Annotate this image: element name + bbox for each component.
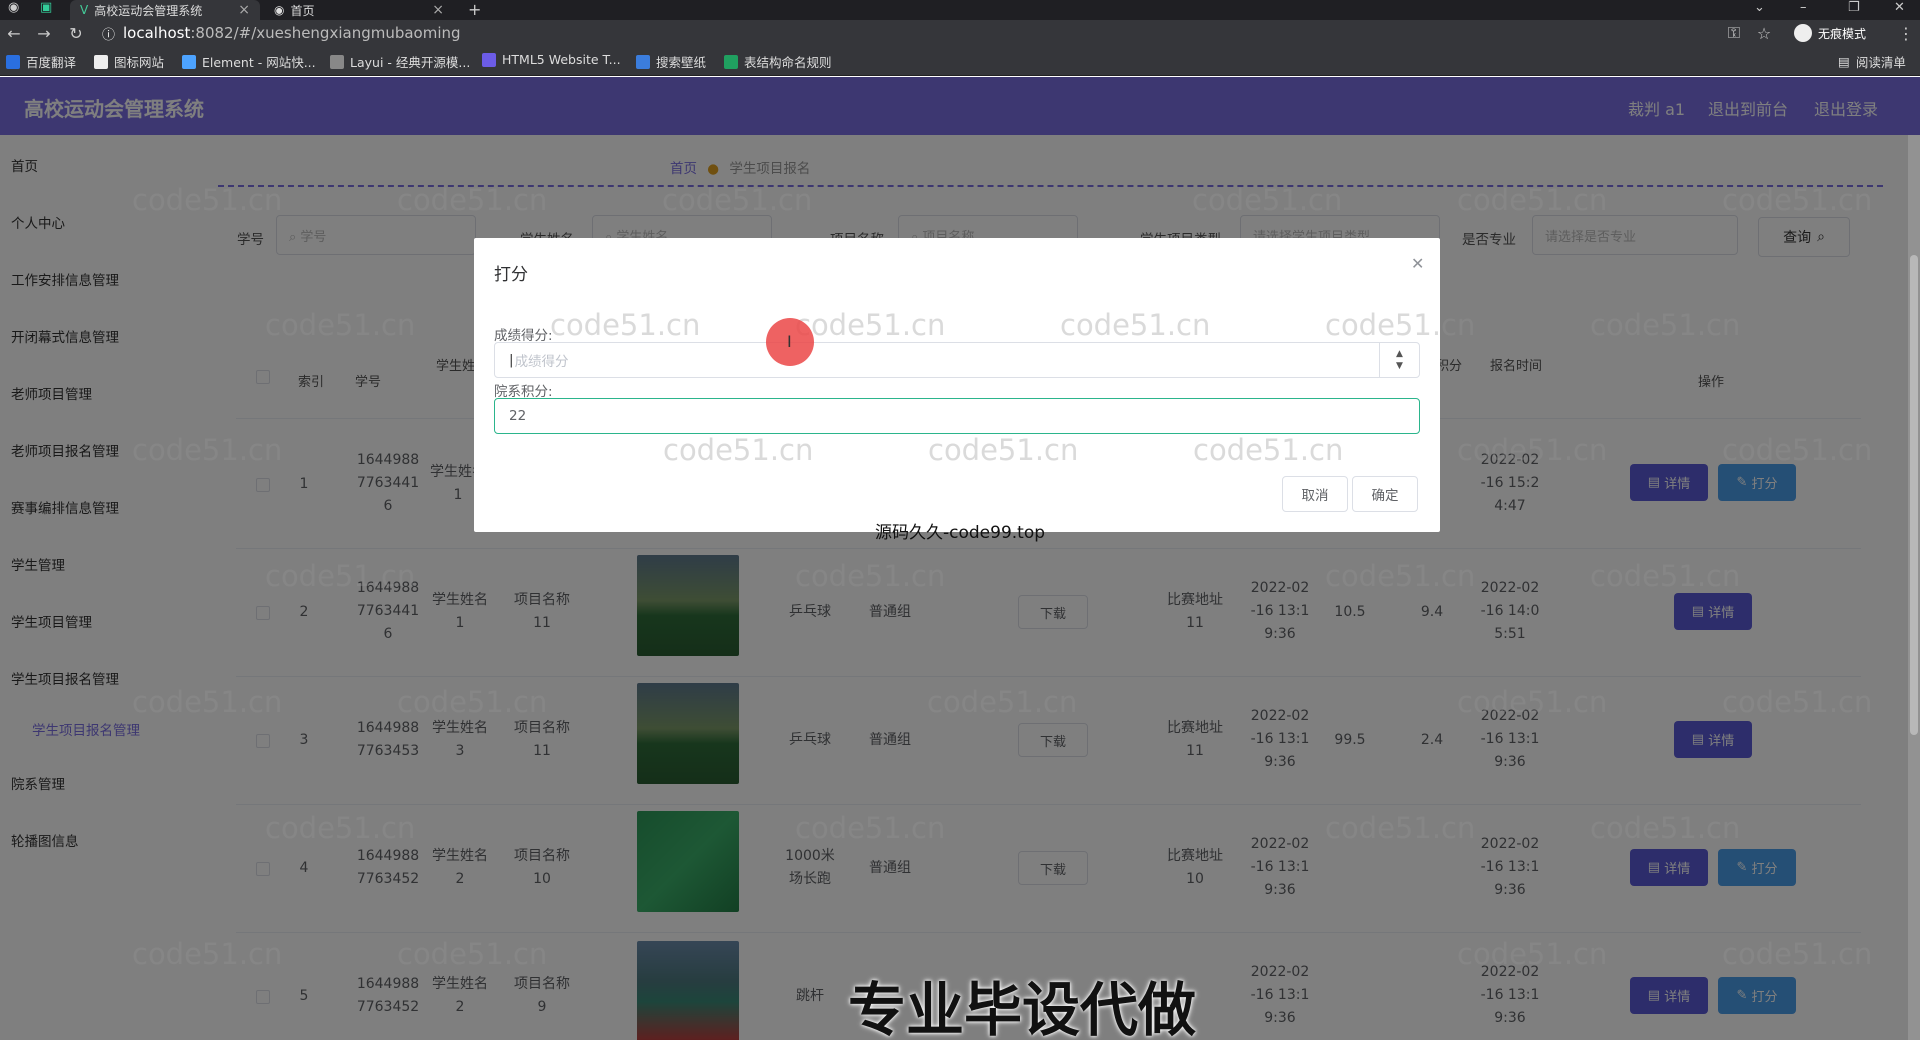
caption-big: 专业毕设代做 [848,976,1197,1040]
tab-app-title: 高校运动会管理系统 [94,3,203,18]
new-tab-icon[interactable]: + [468,0,481,19]
bookmarks-bar: 百度翻译 图标网站 Element - 网站快... Layui - 经典开源模… [0,46,1920,76]
tab-home[interactable]: ◉ 首页 × [264,0,454,20]
bookmark-item[interactable]: HTML5 Website T... [482,52,621,67]
restore-icon[interactable]: ❐ [1848,0,1860,15]
tab-search-icon[interactable]: ⌄ [1754,0,1765,15]
bookmark-item[interactable]: 图标网站 [94,52,164,71]
incognito-label: 无痕模式 [1818,26,1867,41]
cancel-button[interactable]: 取消 [1282,476,1348,512]
points-label: 院系积分: [494,384,553,400]
reload-icon[interactable]: ↻ [64,20,88,46]
close-icon[interactable]: ✕ [1411,254,1424,273]
key-icon[interactable]: ⚿ [1722,20,1746,46]
points-input[interactable]: 22 [494,398,1420,434]
bookmark-item[interactable]: Layui - 经典开源模... [330,52,470,71]
info-icon: ⓘ [102,27,116,43]
tab-app[interactable]: V 高校运动会管理系统 × [70,0,260,20]
scrollbar-thumb[interactable] [1910,255,1918,735]
dialog-title: 打分 [494,265,528,285]
star-icon[interactable]: ☆ [1752,20,1776,46]
browser-menu-icon[interactable]: ◉ [8,0,19,15]
increment-icon[interactable]: ▲ [1396,348,1403,360]
reading-list-icon: ▤ [1838,54,1850,69]
text-caret: | [509,352,514,368]
url-field[interactable]: ⓘ localhost:8082/#/xueshengxiangmubaomin… [102,23,1702,43]
score-dialog: 打分 ✕ 成绩得分: | 成绩得分 ▲ ▼ 院系积分: 22 取消 确定 code… [474,238,1475,532]
bookmark-item[interactable]: 搜索壁纸 [636,52,706,71]
back-icon[interactable]: ← [2,20,26,46]
score-input[interactable]: | 成绩得分 ▲ ▼ [494,342,1420,378]
close-window-icon[interactable]: ✕ [1894,0,1905,15]
caption-small: 源码久久-code99.top [875,523,1046,543]
score-label: 成绩得分: [494,328,553,344]
bookmark-item[interactable]: 表结构命名规则 [724,52,832,71]
vue-icon: V [80,3,89,17]
close-tab-icon[interactable]: × [432,2,444,18]
close-tab-icon[interactable]: × [238,2,250,18]
tab-home-title: 首页 [290,3,315,18]
menu-icon[interactable]: ⋮ [1894,20,1918,46]
text-cursor-icon: I [787,332,792,351]
incognito-icon [1794,24,1812,42]
minimize-icon[interactable]: – [1800,0,1807,15]
bookmark-item[interactable]: 百度翻译 [6,52,76,71]
globe-icon: ◉ [274,3,285,17]
browser-tab-bar: ◉ ▣ V 高校运动会管理系统 × ◉ 首页 × + ⌄ – ❐ ✕ [0,0,1920,20]
number-stepper[interactable]: ▲ ▼ [1379,343,1419,377]
url-host: localhost [123,24,191,42]
url-path: :8082/#/xueshengxiangmubaoming [190,24,461,42]
address-bar: ← → ↻ ⓘ localhost:8082/#/xueshengxiangmu… [0,20,1920,46]
bookmark-item[interactable]: Element - 网站快... [182,52,316,71]
page-scrollbar[interactable] [1908,135,1920,1040]
incognito-badge[interactable]: 无痕模式 [1794,24,1866,42]
confirm-button[interactable]: 确定 [1352,476,1418,512]
decrement-icon[interactable]: ▼ [1396,360,1403,372]
forward-icon[interactable]: → [32,20,56,46]
modal-overlay[interactable] [0,77,1920,1040]
reading-list[interactable]: ▤ 阅读清单 [1838,52,1906,71]
app-icon: ▣ [40,0,53,15]
